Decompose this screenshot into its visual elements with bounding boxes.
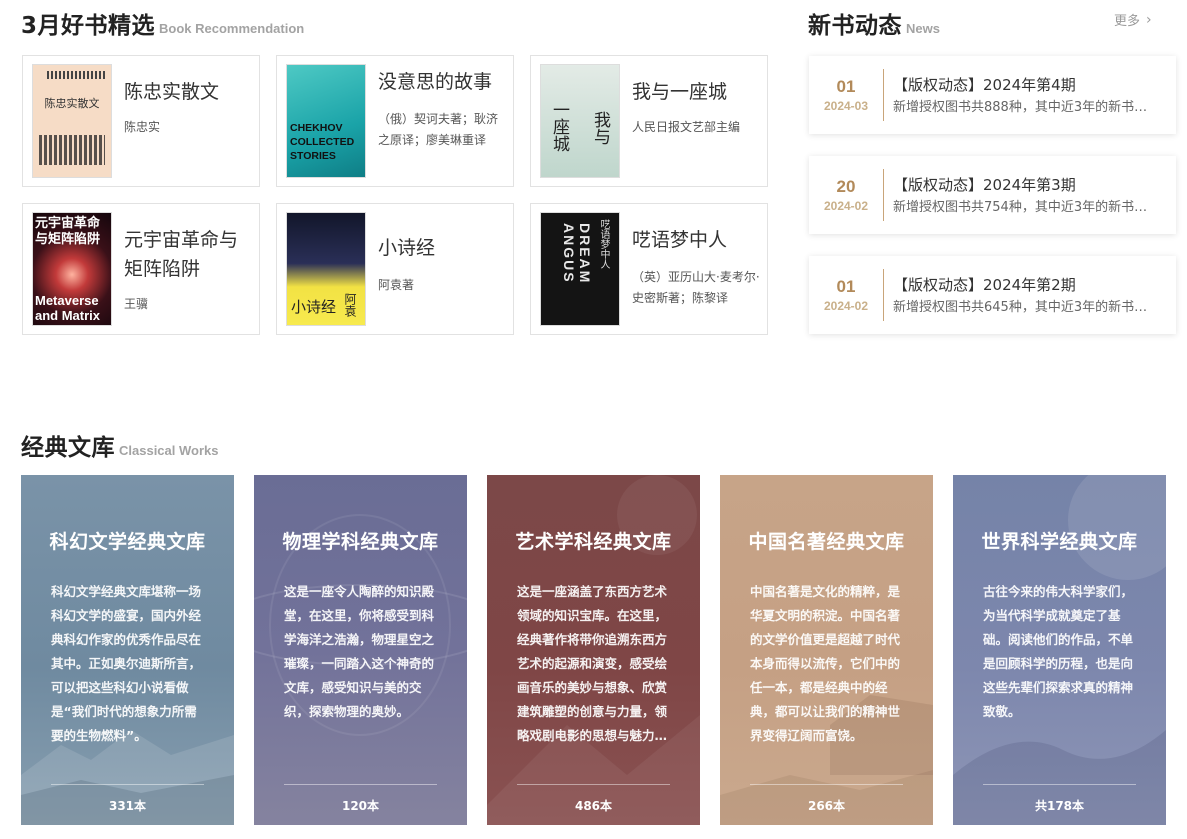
cover-title-text: 我与	[590, 111, 610, 145]
book-cover[interactable]: CHEKHOV COLLECTED STORIES	[286, 64, 366, 178]
book-card[interactable]: 一座城 我与 我与一座城 人民日报文艺部主编	[530, 55, 768, 187]
cover-title-text: 元宇宙革命与矩阵陷阱	[35, 216, 101, 247]
news-title: 新书动态	[808, 13, 902, 39]
library-card-scifi[interactable]: 科幻文学经典文库 科幻文学经典文库堪称一场科幻文学的盛宴，国内外经典科幻作家的优…	[21, 475, 234, 825]
library-count: 120本	[341, 799, 380, 813]
news-header: 新书动态 News	[808, 6, 940, 40]
classics-header: 经典文库 Classical Works	[21, 428, 218, 462]
library-card-art[interactable]: 艺术学科经典文库 这是一座涵盖了东西方艺术领域的知识宝库。在这里，经典著作将带你…	[487, 475, 700, 825]
divider	[883, 169, 884, 221]
library-title: 中国名著经典文库	[748, 531, 905, 553]
book-card[interactable]: CHEKHOV COLLECTED STORIES 没意思的故事 （俄）契诃夫著…	[276, 55, 514, 187]
library-count: 共178本	[1034, 799, 1085, 813]
recommend-title: 3月好书精选	[21, 13, 156, 39]
cover-title-text: 阿袁	[343, 293, 357, 317]
book-title[interactable]: 陈忠实散文	[124, 78, 254, 107]
divider	[750, 784, 903, 785]
classics-subtitle: Classical Works	[119, 443, 219, 458]
library-count: 266本	[807, 799, 846, 813]
book-title[interactable]: 小诗经	[378, 234, 508, 263]
library-title: 物理学科经典文库	[282, 531, 439, 553]
cover-title-text: CHEKHOV COLLECTED STORIES	[290, 122, 355, 162]
divider	[883, 269, 884, 321]
news-item-desc: 新增授权图书共645种，其中近3年的新书…	[893, 300, 1148, 315]
library-desc: 科幻文学经典文库堪称一场科幻文学的盛宴，国内外经典科幻作家的优秀作品尽在其中。正…	[51, 584, 202, 743]
news-day: 20	[836, 177, 856, 196]
book-cover[interactable]: 陈忠实散文	[32, 64, 112, 178]
library-desc: 古往今来的伟大科学家们，为当代科学成就奠定了基础。阅读他们的作品，不单是回顾科学…	[983, 584, 1134, 719]
news-item-title[interactable]: 【版权动态】2024年第4期	[893, 72, 1165, 98]
news-item[interactable]: 01 2024-03 【版权动态】2024年第4期 新增授权图书共888种，其中…	[809, 56, 1176, 134]
more-link[interactable]: 更多 ›	[1114, 10, 1152, 30]
library-count: 331本	[108, 799, 147, 813]
news-month: 2024-02	[823, 299, 869, 313]
library-title: 世界科学经典文库	[981, 531, 1138, 553]
divider	[883, 69, 884, 121]
cover-title-text: 一座城	[549, 101, 569, 152]
library-desc: 这是一座涵盖了东西方艺术领域的知识宝库。在这里，经典著作将带你追溯东西方艺术的起…	[517, 584, 668, 743]
recommend-header: 3月好书精选 Book Recommendation	[21, 6, 304, 40]
news-date: 01 2024-02	[809, 276, 883, 314]
library-desc: 中国名著是文化的精粹，是华夏文明的积淀。中国名著的文学价值更是超越了时代本身而得…	[750, 584, 901, 743]
book-author: 人民日报文艺部主编	[632, 120, 741, 134]
divider	[51, 784, 204, 785]
news-month: 2024-02	[823, 199, 869, 213]
news-item[interactable]: 20 2024-02 【版权动态】2024年第3期 新增授权图书共754种，其中…	[809, 156, 1176, 234]
classics-title: 经典文库	[21, 435, 115, 461]
library-desc: 这是一座令人陶醉的知识殿堂，在这里，你将感受到科学海洋之浩瀚，物理星空之璀璨，一…	[284, 584, 435, 719]
book-title[interactable]: 元宇宙革命与矩阵陷阱	[124, 226, 254, 284]
book-title[interactable]: 我与一座城	[632, 78, 762, 107]
book-author: （英）亚历山大·麦考尔·史密斯著；陈黎译	[632, 270, 760, 305]
book-cover[interactable]: 一座城 我与	[540, 64, 620, 178]
book-cover[interactable]: 小诗经 阿袁	[286, 212, 366, 326]
news-date: 01 2024-03	[809, 76, 883, 114]
divider	[284, 784, 437, 785]
cover-title-text: Metaverse and Matrix	[35, 293, 101, 323]
book-card[interactable]: DREAM ANGUS 呓语梦中人 呓语梦中人 （英）亚历山大·麦考尔·史密斯著…	[530, 203, 768, 335]
news-item[interactable]: 01 2024-02 【版权动态】2024年第2期 新增授权图书共645种，其中…	[809, 256, 1176, 334]
news-date: 20 2024-02	[809, 176, 883, 214]
book-author: 陈忠实	[124, 120, 161, 134]
divider	[983, 784, 1136, 785]
cover-title-text: 呓语梦中人	[598, 219, 609, 269]
book-cover[interactable]: DREAM ANGUS 呓语梦中人	[540, 212, 620, 326]
divider	[517, 784, 670, 785]
news-day: 01	[836, 77, 856, 96]
book-author: 王骥	[124, 297, 149, 311]
library-count: 486本	[574, 799, 613, 813]
book-card[interactable]: 元宇宙革命与矩阵陷阱 Metaverse and Matrix 元宇宙革命与矩阵…	[22, 203, 260, 335]
library-title: 艺术学科经典文库	[515, 531, 672, 553]
news-day: 01	[836, 277, 856, 296]
library-card-world-science[interactable]: 世界科学经典文库 古往今来的伟大科学家们，为当代科学成就奠定了基础。阅读他们的作…	[953, 475, 1166, 825]
book-author: 阿袁著	[378, 278, 415, 292]
library-title: 科幻文学经典文库	[49, 531, 206, 553]
book-title[interactable]: 呓语梦中人	[632, 226, 762, 255]
book-title[interactable]: 没意思的故事	[378, 68, 508, 97]
news-item-title[interactable]: 【版权动态】2024年第2期	[893, 272, 1165, 298]
library-card-physics[interactable]: 物理学科经典文库 这是一座令人陶醉的知识殿堂，在这里，你将感受到科学海洋之浩瀚，…	[254, 475, 467, 825]
book-card[interactable]: 小诗经 阿袁 小诗经 阿袁著	[276, 203, 514, 335]
news-month: 2024-03	[823, 99, 869, 113]
news-item-title[interactable]: 【版权动态】2024年第3期	[893, 172, 1165, 198]
cover-title-text: 陈忠实散文	[44, 97, 100, 110]
news-item-desc: 新增授权图书共754种，其中近3年的新书…	[893, 200, 1148, 215]
book-author: （俄）契诃夫著；耿济之原译；廖美琳重译	[378, 112, 499, 147]
cover-title-text: DREAM ANGUS	[561, 223, 593, 285]
book-cover[interactable]: 元宇宙革命与矩阵陷阱 Metaverse and Matrix	[32, 212, 112, 326]
news-subtitle: News	[906, 21, 940, 36]
chevron-right-icon: ›	[1146, 11, 1152, 28]
book-card[interactable]: 陈忠实散文 陈忠实散文 陈忠实	[22, 55, 260, 187]
recommend-subtitle: Book Recommendation	[159, 21, 305, 36]
cover-title-text: 小诗经	[291, 298, 337, 316]
library-card-chinese-classics[interactable]: 中国名著经典文库 中国名著是文化的精粹，是华夏文明的积淀。中国名著的文学价值更是…	[720, 475, 933, 825]
news-item-desc: 新增授权图书共888种，其中近3年的新书…	[893, 100, 1148, 115]
more-link-label: 更多	[1114, 14, 1141, 29]
